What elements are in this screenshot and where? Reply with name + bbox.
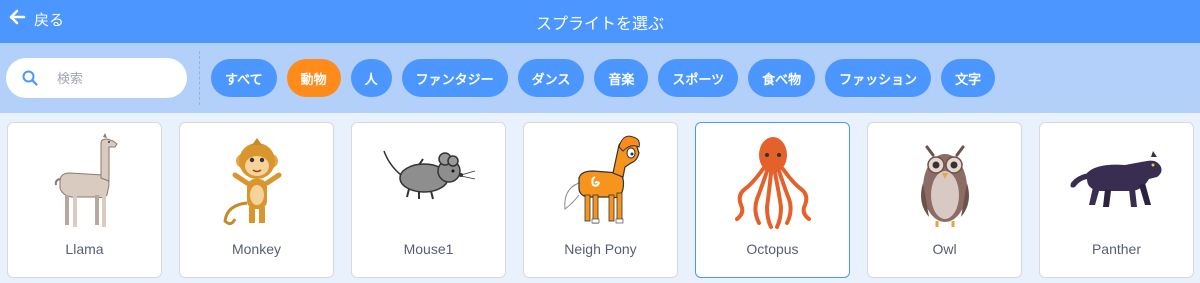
monkey-icon <box>180 133 333 233</box>
tag-music[interactable]: 音楽 <box>594 59 649 97</box>
category-tags: すべて 動物 人 ファンタジー ダンス 音楽 スポーツ 食べ物 ファッション 文… <box>211 59 996 97</box>
sprite-name: Panther <box>1091 241 1142 257</box>
sprite-name: Llama <box>65 241 104 257</box>
search-box <box>6 58 187 98</box>
sprite-name: Owl <box>932 241 957 257</box>
sprite-card-neigh-pony[interactable]: Neigh Pony <box>523 122 678 278</box>
tag-fantasy[interactable]: ファンタジー <box>401 59 508 97</box>
sprite-card-octopus[interactable]: Octopus <box>695 122 850 278</box>
tag-fashion[interactable]: ファッション <box>825 59 932 97</box>
sprite-card-monkey[interactable]: Monkey <box>179 122 334 278</box>
tag-food[interactable]: 食べ物 <box>748 59 816 97</box>
octopus-icon <box>696 133 849 233</box>
page-title: スプライトを選ぶ <box>535 16 664 33</box>
tag-sports[interactable]: スポーツ <box>658 59 739 97</box>
tag-all[interactable]: すべて <box>211 59 277 97</box>
sprite-card-mouse1[interactable]: Mouse1 <box>351 122 506 278</box>
panther-icon <box>1040 133 1193 233</box>
owl-icon <box>868 133 1021 233</box>
llama-icon <box>8 133 161 233</box>
sprite-grid: Llama Monkey Mouse1 Neigh Pony Octopus O… <box>7 122 1194 278</box>
sprite-card-owl[interactable]: Owl <box>867 122 1022 278</box>
sprite-card-llama[interactable]: Llama <box>7 122 162 278</box>
mouse-icon <box>352 133 505 233</box>
header-bar: 戻る スプライトを選ぶ <box>0 0 1200 43</box>
sprite-card-panther[interactable]: Panther <box>1039 122 1194 278</box>
tag-people[interactable]: 人 <box>350 59 392 97</box>
filter-bar: すべて 動物 人 ファンタジー ダンス 音楽 スポーツ 食べ物 ファッション 文… <box>0 43 1200 113</box>
sprite-name: Mouse1 <box>403 241 454 257</box>
sprite-name: Monkey <box>231 241 282 257</box>
search-input[interactable] <box>57 70 167 86</box>
tag-letters[interactable]: 文字 <box>941 59 996 97</box>
divider <box>199 51 200 105</box>
search-icon <box>20 68 40 88</box>
sprite-name: Neigh Pony <box>564 241 637 257</box>
tag-dance[interactable]: ダンス <box>517 59 585 97</box>
tag-animals[interactable]: 動物 <box>286 59 341 97</box>
sprite-name: Octopus <box>746 241 799 257</box>
pony-icon <box>524 133 677 233</box>
